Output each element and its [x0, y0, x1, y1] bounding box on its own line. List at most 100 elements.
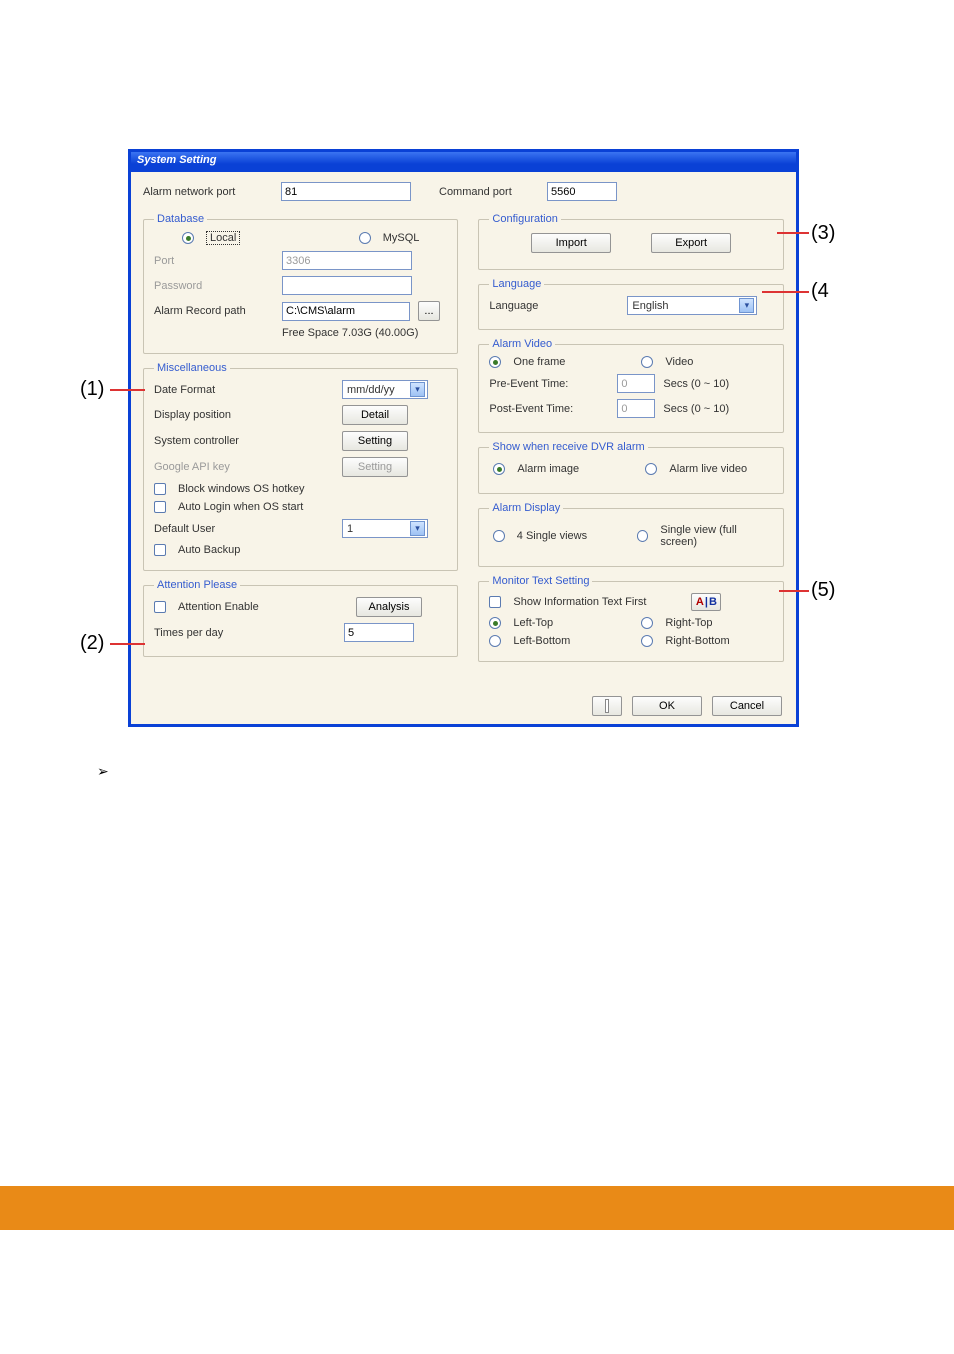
language-select[interactable]: English ▾: [627, 296, 757, 315]
one-frame-radio[interactable]: [489, 356, 501, 368]
attention-enable-label[interactable]: Attention Enable: [178, 601, 348, 613]
callout-3-line: [777, 232, 809, 234]
chevron-down-icon: ▾: [410, 521, 425, 536]
alarm-image-radio[interactable]: [493, 463, 505, 475]
default-user-value: 1: [347, 523, 406, 535]
db-mysql-radio[interactable]: [359, 232, 371, 244]
callout-2-line: [110, 643, 145, 645]
alarm-live-label[interactable]: Alarm live video: [669, 463, 747, 475]
font-button[interactable]: A|B: [691, 593, 721, 611]
single-full-label[interactable]: Single view (full screen): [660, 524, 769, 548]
language-label: Language: [489, 300, 619, 312]
alarm-network-port-label: Alarm network port: [143, 186, 273, 198]
four-single-radio[interactable]: [493, 530, 504, 542]
callout-3: (3): [811, 222, 835, 245]
post-event-input: [617, 399, 655, 418]
import-button[interactable]: Import: [531, 233, 611, 253]
alarm-record-path-input[interactable]: [282, 302, 410, 321]
columns: Database Local MySQL Port: [143, 207, 784, 670]
right-top-radio[interactable]: [641, 617, 653, 629]
keyboard-button[interactable]: [592, 696, 622, 716]
times-per-day-input[interactable]: [344, 623, 414, 642]
show-info-first-label[interactable]: Show Information Text First: [513, 596, 683, 608]
four-single-label[interactable]: 4 Single views: [517, 530, 629, 542]
alarm-record-path-label: Alarm Record path: [154, 305, 274, 317]
single-full-radio[interactable]: [637, 530, 648, 542]
db-port-input: [282, 251, 412, 270]
db-local-radio[interactable]: [182, 232, 194, 244]
chevron-down-icon: ▾: [739, 298, 754, 313]
detail-button[interactable]: Detail: [342, 405, 408, 425]
callout-5-line: [779, 590, 809, 592]
system-setting-window: System Setting Alarm network port Comman…: [129, 150, 798, 726]
language-fieldset: Language Language English ▾: [478, 278, 784, 330]
system-controller-setting-button[interactable]: Setting: [342, 431, 408, 451]
callout-4: (4: [811, 280, 829, 303]
google-api-setting-button: Setting: [342, 457, 408, 477]
monitor-text-legend: Monitor Text Setting: [489, 575, 592, 587]
left-bottom-radio[interactable]: [489, 635, 501, 647]
callout-2: (2): [80, 632, 104, 655]
alarm-display-legend: Alarm Display: [489, 502, 563, 514]
left-bottom-label[interactable]: Left-Bottom: [513, 635, 633, 647]
date-format-select[interactable]: mm/dd/yy ▾: [342, 380, 428, 399]
window-body: Alarm network port Command port Database…: [131, 172, 796, 724]
one-frame-label[interactable]: One frame: [513, 356, 633, 368]
analysis-button[interactable]: Analysis: [356, 597, 422, 617]
times-per-day-label: Times per day: [154, 627, 336, 639]
chevron-down-icon: ▾: [410, 382, 425, 397]
browse-path-button[interactable]: ...: [418, 301, 440, 321]
configuration-fieldset: Configuration Import Export: [478, 213, 784, 270]
show-when-receive-legend: Show when receive DVR alarm: [489, 441, 647, 453]
show-when-receive-fieldset: Show when receive DVR alarm Alarm image …: [478, 441, 784, 494]
db-password-label: Password: [154, 280, 274, 292]
language-value: English: [632, 300, 735, 312]
misc-fieldset: Miscellaneous Date Format mm/dd/yy ▾ Dis…: [143, 362, 458, 571]
language-legend: Language: [489, 278, 544, 290]
alarm-network-port-input[interactable]: [281, 182, 411, 201]
db-local-label[interactable]: Local: [206, 231, 240, 245]
left-top-label[interactable]: Left-Top: [513, 617, 633, 629]
page-root: System Setting Alarm network port Comman…: [0, 0, 954, 1354]
callout-4-line: [762, 291, 809, 293]
auto-login-label[interactable]: Auto Login when OS start: [178, 501, 303, 513]
auto-backup-checkbox[interactable]: [154, 544, 166, 556]
right-bottom-radio[interactable]: [641, 635, 653, 647]
cancel-button[interactable]: Cancel: [712, 696, 782, 716]
command-port-input[interactable]: [547, 182, 617, 201]
window-title: System Setting: [137, 154, 216, 166]
footer-bar: [0, 1186, 954, 1230]
right-bottom-label[interactable]: Right-Bottom: [665, 635, 729, 647]
auto-login-checkbox[interactable]: [154, 501, 166, 513]
default-user-select[interactable]: 1 ▾: [342, 519, 428, 538]
video-radio[interactable]: [641, 356, 653, 368]
monitor-text-fieldset: Monitor Text Setting Show Information Te…: [478, 575, 784, 662]
auto-backup-label[interactable]: Auto Backup: [178, 544, 240, 556]
misc-legend: Miscellaneous: [154, 362, 230, 374]
block-hotkey-checkbox[interactable]: [154, 483, 166, 495]
db-port-label: Port: [154, 255, 274, 267]
keyboard-icon: [605, 699, 609, 713]
post-event-label: Post-Event Time:: [489, 403, 609, 415]
attention-enable-checkbox[interactable]: [154, 601, 166, 613]
google-api-label: Google API key: [154, 461, 334, 473]
video-label[interactable]: Video: [665, 356, 693, 368]
ok-button[interactable]: OK: [632, 696, 702, 716]
post-event-range: Secs (0 ~ 10): [663, 403, 729, 415]
right-column: Configuration Import Export Language Lan…: [478, 207, 784, 670]
db-mysql-label[interactable]: MySQL: [383, 232, 420, 244]
left-column: Database Local MySQL Port: [143, 207, 458, 670]
left-top-radio[interactable]: [489, 617, 501, 629]
alarm-live-radio[interactable]: [645, 463, 657, 475]
pre-event-label: Pre-Event Time:: [489, 378, 609, 390]
block-hotkey-label[interactable]: Block windows OS hotkey: [178, 483, 305, 495]
callout-1-line: [110, 389, 145, 391]
display-position-label: Display position: [154, 409, 334, 421]
alarm-display-fieldset: Alarm Display 4 Single views Single view…: [478, 502, 784, 567]
configuration-legend: Configuration: [489, 213, 560, 225]
show-info-first-checkbox[interactable]: [489, 596, 501, 608]
right-top-label[interactable]: Right-Top: [665, 617, 712, 629]
date-format-label: Date Format: [154, 384, 334, 396]
alarm-image-label[interactable]: Alarm image: [517, 463, 637, 475]
export-button[interactable]: Export: [651, 233, 731, 253]
